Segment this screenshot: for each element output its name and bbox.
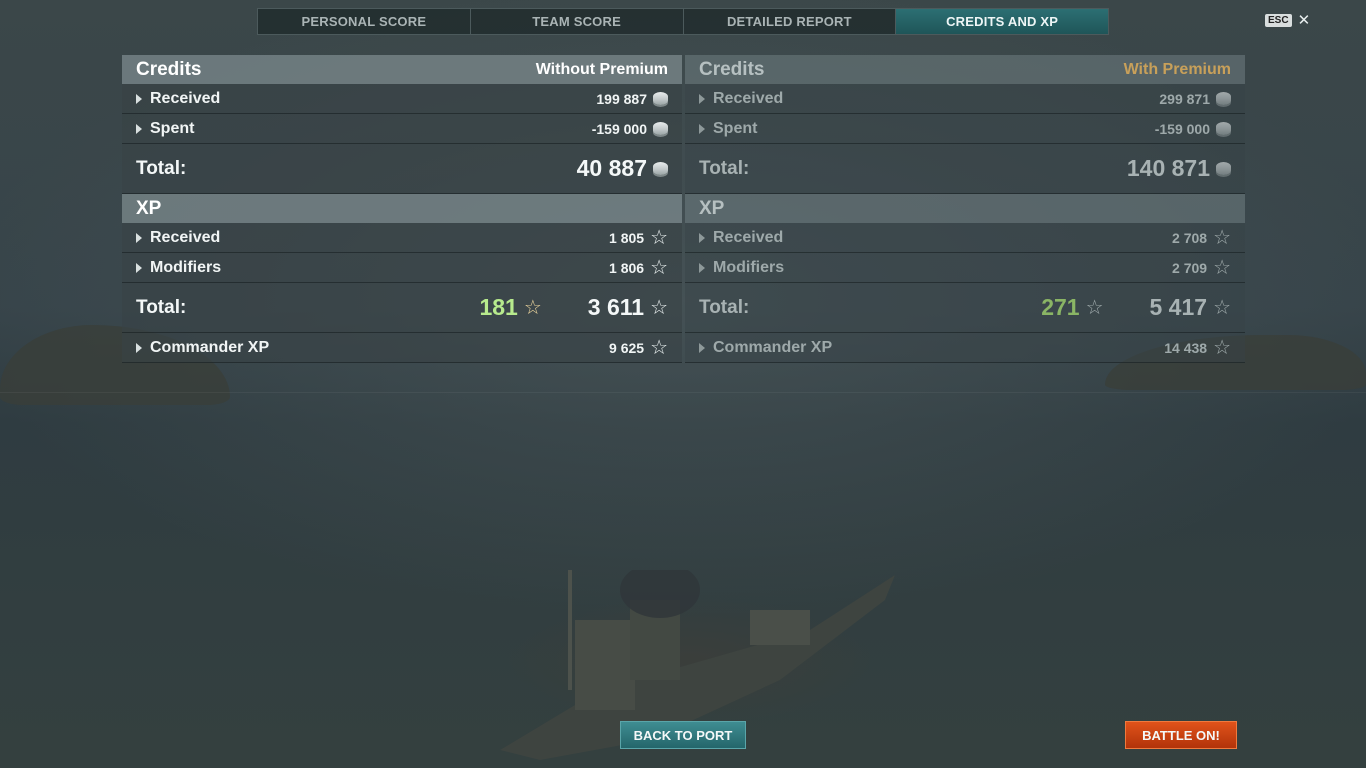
- with-premium-label: With Premium: [1123, 60, 1231, 78]
- credits-total-row: Total: 140 871: [685, 144, 1245, 194]
- row-value: -159 000: [591, 120, 647, 137]
- credits-received-row[interactable]: Received 299 871: [685, 84, 1245, 114]
- xp-header: XP: [122, 194, 682, 223]
- row-value: 199 887: [596, 90, 647, 107]
- esc-close-button[interactable]: ESC ✕: [1265, 13, 1310, 28]
- total-value: 3 611: [587, 294, 645, 320]
- xp-received-row[interactable]: Received 2 708 ☆: [685, 223, 1245, 253]
- commander-xp-row[interactable]: Commander XP 9 625 ☆: [122, 333, 682, 363]
- credits-title: Credits: [699, 58, 765, 80]
- total-value: 140 871: [1126, 155, 1210, 181]
- credits-coin-icon: [653, 162, 668, 175]
- tab-team-score[interactable]: TEAM SCORE: [471, 9, 684, 34]
- expand-arrow-icon: [136, 123, 142, 134]
- row-value: -159 000: [1154, 120, 1210, 137]
- xp-star-icon: ☆: [650, 336, 668, 359]
- expand-arrow-icon: [136, 232, 142, 243]
- row-value: 1 805: [609, 229, 645, 246]
- row-value: 299 871: [1159, 90, 1210, 107]
- xp-total-row: Total: 271 ☆ 5 417 ☆: [685, 283, 1245, 333]
- tab-detailed-report[interactable]: DETAILED REPORT: [684, 9, 897, 34]
- credits-title: Credits: [136, 58, 202, 80]
- xp-star-icon: ☆: [650, 296, 668, 319]
- back-to-port-button[interactable]: BACK TO PORT: [620, 721, 746, 749]
- row-value: 1 806: [609, 259, 645, 276]
- commander-xp-row[interactable]: Commander XP 14 438 ☆: [685, 333, 1245, 363]
- xp-received-row[interactable]: Received 1 805 ☆: [122, 223, 682, 253]
- without-premium-panel: Credits Without Premium Received 199 887…: [122, 55, 682, 363]
- free-xp-star-icon: ☆: [523, 296, 542, 319]
- credits-coin-icon: [1216, 92, 1231, 105]
- result-tabs: PERSONAL SCORE TEAM SCORE DETAILED REPOR…: [257, 8, 1109, 35]
- credits-coin-icon: [1216, 122, 1231, 135]
- row-label: Spent: [150, 119, 195, 137]
- with-premium-panel: Credits With Premium Received 299 871 Sp…: [685, 55, 1245, 363]
- row-label: Received: [150, 89, 221, 107]
- expand-arrow-icon: [699, 342, 705, 353]
- xp-title: XP: [699, 197, 725, 219]
- row-value: 2 709: [1172, 259, 1208, 276]
- free-xp-value: 271: [1041, 294, 1080, 320]
- xp-star-icon: ☆: [1213, 296, 1231, 319]
- free-xp-value: 181: [479, 294, 518, 320]
- esc-key-badge: ESC: [1265, 14, 1292, 27]
- total-label: Total:: [136, 157, 187, 179]
- xp-star-icon: ☆: [650, 226, 668, 249]
- xp-modifiers-row[interactable]: Modifiers 1 806 ☆: [122, 253, 682, 283]
- row-label: Commander XP: [150, 338, 270, 356]
- close-icon[interactable]: ✕: [1298, 13, 1311, 28]
- battle-on-button[interactable]: BATTLE ON!: [1125, 721, 1237, 749]
- credits-coin-icon: [1216, 162, 1231, 175]
- row-label: Spent: [713, 119, 758, 137]
- total-label: Total:: [699, 296, 750, 318]
- xp-star-icon: ☆: [650, 256, 668, 279]
- credits-total-row: Total: 40 887: [122, 144, 682, 194]
- expand-arrow-icon: [699, 93, 705, 104]
- tab-personal-score[interactable]: PERSONAL SCORE: [258, 9, 471, 34]
- total-value: 5 417: [1149, 294, 1208, 320]
- row-label: Received: [150, 228, 221, 246]
- xp-star-icon: ☆: [1213, 226, 1231, 249]
- horizon-line: [0, 392, 1366, 393]
- xp-star-icon: ☆: [1213, 336, 1231, 359]
- row-value: 2 708: [1172, 229, 1208, 246]
- expand-arrow-icon: [699, 232, 705, 243]
- credits-received-row[interactable]: Received 199 887: [122, 84, 682, 114]
- row-value: 9 625: [609, 339, 645, 356]
- xp-modifiers-row[interactable]: Modifiers 2 709 ☆: [685, 253, 1245, 283]
- total-label: Total:: [136, 296, 187, 318]
- row-label: Modifiers: [713, 258, 785, 276]
- row-label: Received: [713, 89, 784, 107]
- credits-coin-icon: [653, 92, 668, 105]
- credits-spent-row[interactable]: Spent -159 000: [685, 114, 1245, 144]
- total-value: 40 887: [576, 155, 647, 181]
- total-label: Total:: [699, 157, 750, 179]
- expand-arrow-icon: [699, 123, 705, 134]
- row-value: 14 438: [1164, 339, 1208, 356]
- free-xp-star-icon: ☆: [1085, 296, 1104, 319]
- expand-arrow-icon: [136, 93, 142, 104]
- xp-header: XP: [685, 194, 1245, 223]
- credits-coin-icon: [653, 122, 668, 135]
- xp-title: XP: [136, 197, 162, 219]
- credits-header: Credits With Premium: [685, 55, 1245, 84]
- expand-arrow-icon: [699, 262, 705, 273]
- expand-arrow-icon: [136, 342, 142, 353]
- row-label: Commander XP: [713, 338, 833, 356]
- row-label: Received: [713, 228, 784, 246]
- xp-total-row: Total: 181 ☆ 3 611 ☆: [122, 283, 682, 333]
- credits-header: Credits Without Premium: [122, 55, 682, 84]
- credits-spent-row[interactable]: Spent -159 000: [122, 114, 682, 144]
- row-label: Modifiers: [150, 258, 222, 276]
- expand-arrow-icon: [136, 262, 142, 273]
- tab-credits-and-xp[interactable]: CREDITS AND XP: [896, 9, 1108, 34]
- without-premium-label: Without Premium: [535, 60, 668, 78]
- xp-star-icon: ☆: [1213, 256, 1231, 279]
